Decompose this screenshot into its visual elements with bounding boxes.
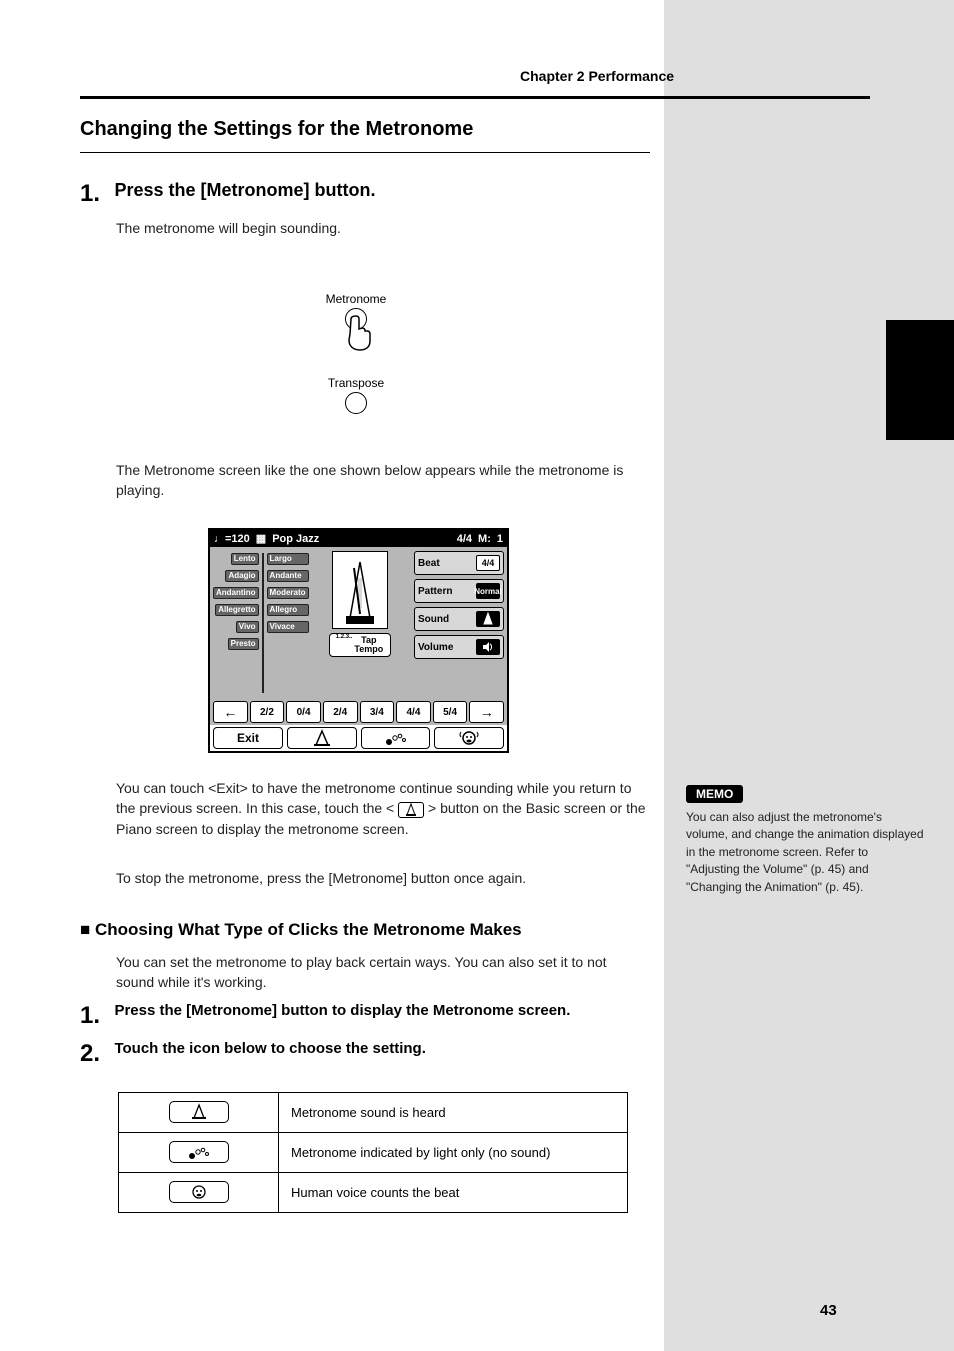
device-screen: ♩=120 ▦ Pop Jazz 4/4 M: 1 Lento Adagio A… [208,528,509,753]
sound-button[interactable]: Sound [414,607,504,631]
table-row: Human voice counts the beat [119,1173,628,1213]
device-status-bar: ♩=120 ▦ Pop Jazz 4/4 M: 1 [210,530,507,547]
memo-box: MEMO You can also adjust the metronome's… [686,785,924,896]
step-1-desc: The metronome will begin sounding. [116,218,375,238]
table-face-icon [169,1181,229,1203]
table-metronome-icon [169,1101,229,1123]
device-bottom-bar: Exit [210,725,507,751]
tempo-allegretto: Allegretto [215,604,258,616]
right-column: Beat 4/4 Pattern Normal Sound Vol [411,547,507,699]
timesig-right-arrow[interactable]: → [469,701,504,723]
timesig-2-2[interactable]: 2/2 [250,701,285,723]
sub-step-2-num: 2. [80,1040,100,1067]
tempo-moderato: Moderato [267,587,309,599]
step-2-text: The Metronome screen like the one shown … [116,460,636,501]
inline-metronome-icon [398,802,424,818]
transpose-button-ring [345,392,367,414]
page-root: MEMO You can also adjust the metronome's… [0,0,954,1351]
fig-label-top: Metronome [306,292,406,306]
sub-step-1: 1. Press the [Metronome] button to displ… [80,1002,570,1030]
timesig-4-4[interactable]: 4/4 [396,701,431,723]
measure-label: M: [478,533,491,545]
subsection-heading: ■ Choosing What Type of Clicks the Metro… [80,920,522,940]
step-1-title: Press the [Metronome] button. [114,180,375,200]
volume-button[interactable]: Volume [414,635,504,659]
table-row: Metronome sound is heard [119,1093,628,1133]
timesig-2-4[interactable]: 2/4 [323,701,358,723]
timesig-0-4[interactable]: 0/4 [286,701,321,723]
step-1: 1. Press the [Metronome] button. The met… [80,180,375,238]
beat-button[interactable]: Beat 4/4 [414,551,504,575]
tempo-allegro: Allegro [267,604,309,616]
click-type-table: Metronome sound is heard Metronome indic… [118,1092,628,1213]
measure-value: 1 [497,533,503,545]
table-row: Metronome indicated by light only (no so… [119,1133,628,1173]
tap-tempo-button[interactable]: 1.2.3.. Tap Tempo [329,633,391,657]
timesig-3-4[interactable]: 3/4 [360,701,395,723]
side-margin: MEMO You can also adjust the metronome's… [664,0,954,1351]
stop-note-paragraph: To stop the metronome, press the [Metron… [116,868,646,888]
table-desc-3: Human voice counts the beat [279,1173,628,1213]
memo-label: MEMO [686,785,743,803]
tempo-presto: Presto [228,638,259,650]
tempo-adagio: Adagio [225,570,258,582]
memo-text: You can also adjust the metronome's volu… [686,809,924,896]
timesig-5-4[interactable]: 5/4 [433,701,468,723]
side-tab [886,320,954,440]
tempo-andante: Andante [267,570,309,582]
exit-note-paragraph: You can touch <Exit> to have the metrono… [116,778,646,839]
tempo-slider[interactable]: Lento Adagio Andantino Allegretto Vivo P… [210,547,308,699]
sub-step-2-text: Touch the icon below to choose the setti… [114,1040,425,1057]
table-dots-icon [169,1141,229,1163]
hand-pointer-icon [344,314,374,352]
chapter-title: Chapter 2 Performance [520,68,674,84]
rule-thin [80,152,650,153]
subsection-intro: You can set the metronome to play back c… [116,952,646,993]
speaker-icon [476,639,500,655]
tempo-andantino: Andantino [213,587,259,599]
timesig-left-arrow[interactable]: ← [213,701,248,723]
metronome-button-figure: Metronome Transpose [306,292,406,417]
sub-step-1-text: Press the [Metronome] button to display … [114,1002,570,1019]
table-desc-1: Metronome sound is heard [279,1093,628,1133]
tempo-lento: Lento [231,553,259,565]
tempo-vivo: Vivo [236,621,259,633]
center-column: 1.2.3.. Tap Tempo [308,547,411,699]
sub-step-1-num: 1. [80,1002,100,1029]
table-desc-2: Metronome indicated by light only (no so… [279,1133,628,1173]
time-signature: 4/4 [457,533,472,545]
page-number: 43 [820,1302,837,1319]
page-heading: Changing the Settings for the Metronome [80,118,473,141]
timesig-row: ← 2/2 0/4 2/4 3/4 4/4 5/4 → [210,699,507,725]
tempo-vivace: Vivace [267,621,309,633]
metronome-small-icon [476,611,500,627]
style-name: Pop Jazz [272,533,319,545]
step-num-1: 1. [80,180,100,207]
rule-heavy [80,96,870,99]
metronome-animation-icon [332,551,388,629]
pattern-button[interactable]: Pattern Normal [414,579,504,603]
device-main: Lento Adagio Andantino Allegretto Vivo P… [210,547,507,699]
mode-voice-button[interactable] [434,727,504,749]
tempo-largo: Largo [267,553,309,565]
mode-light-button[interactable] [361,727,431,749]
mode-metronome-button[interactable] [287,727,357,749]
style-icon: ▦ [256,532,266,545]
tempo-readout: ♩=120 [214,533,250,545]
fig-label-bottom: Transpose [306,376,406,390]
exit-button[interactable]: Exit [213,727,283,749]
sub-step-2: 2. Touch the icon below to choose the se… [80,1040,426,1068]
